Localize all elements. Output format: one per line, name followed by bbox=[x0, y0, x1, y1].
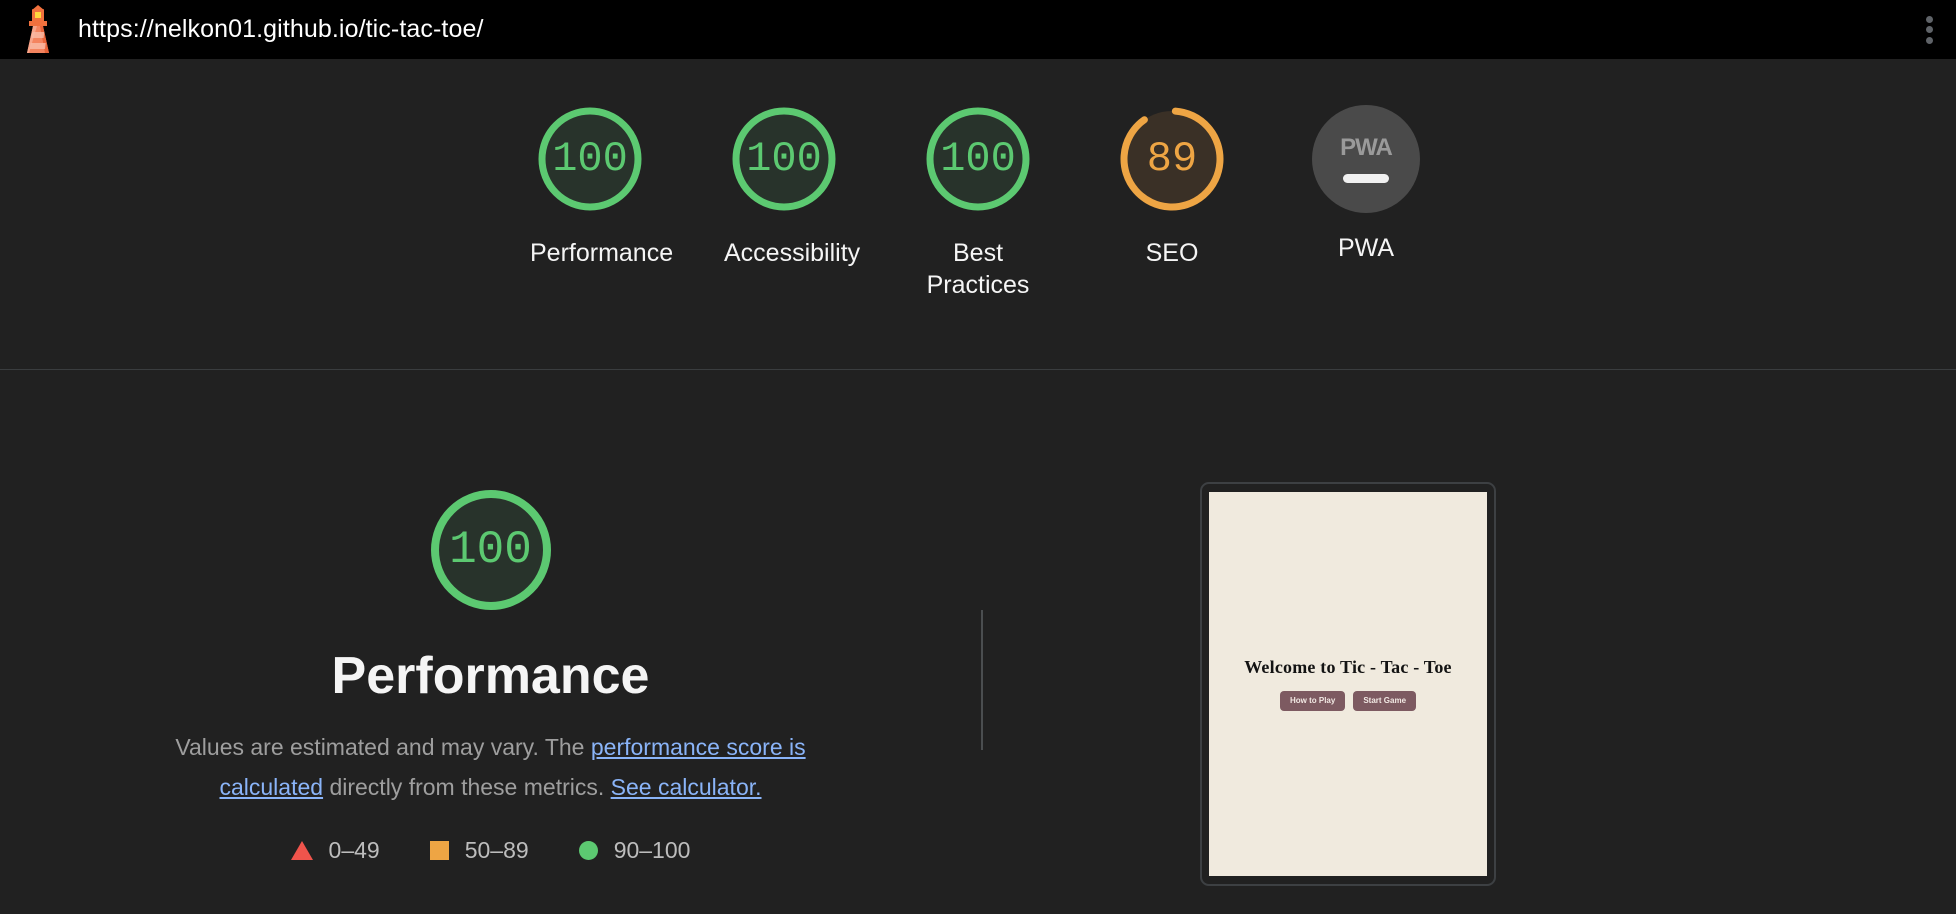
square-icon bbox=[429, 841, 449, 861]
score-gauges: 100 Performance 100 Accessibility 100 Be… bbox=[0, 59, 1956, 369]
page-title: Performance bbox=[331, 647, 650, 705]
gauge-score-accessibility: 100 bbox=[746, 135, 822, 183]
lighthouse-icon bbox=[20, 4, 56, 55]
gauge-seo[interactable]: 89 SEO bbox=[1075, 59, 1269, 269]
gauge-ring-best-practices: 100 bbox=[919, 100, 1037, 218]
see-calculator-link[interactable]: See calculator. bbox=[611, 774, 762, 800]
final-screenshot-image: Welcome to Tic - Tac - Toe How to Play S… bbox=[1209, 492, 1487, 876]
legend-label-fail: 0–49 bbox=[328, 837, 380, 864]
gauge-score-best-practices: 100 bbox=[940, 135, 1016, 183]
legend-item-average: 50–89 bbox=[429, 837, 529, 864]
desc-text-2: directly from these metrics. bbox=[323, 774, 611, 801]
thumbnail-heading: Welcome to Tic - Tac - Toe bbox=[1244, 657, 1452, 677]
performance-description: Values are estimated and may vary. The p… bbox=[171, 727, 811, 807]
gauge-ring-accessibility: 100 bbox=[725, 100, 843, 218]
thumbnail-how-to-play-button: How to Play bbox=[1279, 691, 1346, 711]
gauge-ring-seo: 89 bbox=[1113, 100, 1231, 218]
pwa-dash-icon bbox=[1343, 173, 1389, 183]
legend-label-average: 50–89 bbox=[464, 837, 529, 864]
performance-summary: 100 Performance Values are estimated and… bbox=[0, 480, 981, 864]
thumbnail-start-game-button: Start Game bbox=[1353, 691, 1417, 711]
legend-item-fail: 0–49 bbox=[290, 837, 380, 864]
gauge-ring-performance: 100 bbox=[531, 100, 649, 218]
desc-text-1: Values are estimated and may vary. The bbox=[175, 734, 591, 761]
gauge-score-performance: 100 bbox=[552, 135, 628, 183]
lighthouse-report: https://nelkon01.github.io/tic-tac-toe/ … bbox=[0, 0, 1956, 914]
gauge-performance[interactable]: 100 Performance bbox=[493, 59, 687, 269]
pwa-badge-icon: PWA bbox=[1312, 105, 1420, 213]
legend-item-pass: 90–100 bbox=[578, 837, 691, 864]
gauge-score-seo: 89 bbox=[1146, 135, 1198, 183]
kebab-menu-icon[interactable] bbox=[1916, 13, 1942, 47]
performance-gauge-large: 100 bbox=[421, 480, 561, 620]
gauge-label-seo: SEO bbox=[1145, 239, 1199, 267]
score-legend: 0–49 50–89 90–100 bbox=[290, 837, 691, 864]
performance-score-large: 100 bbox=[449, 524, 532, 576]
gauge-label-performance: Performance bbox=[530, 239, 674, 267]
gauge-label-pwa: PWA bbox=[1337, 234, 1395, 262]
pwa-badge-text: PWA bbox=[1340, 133, 1393, 161]
gauge-accessibility[interactable]: 100 Accessibility bbox=[687, 59, 881, 269]
triangle-icon bbox=[290, 841, 313, 861]
legend-label-pass: 90–100 bbox=[613, 837, 691, 864]
gauge-best-practices[interactable]: 100 Best Practices bbox=[881, 59, 1075, 301]
page-url[interactable]: https://nelkon01.github.io/tic-tac-toe/ bbox=[78, 15, 484, 44]
gauge-label-best-practices: Best Practices bbox=[926, 239, 1030, 299]
final-screenshot-frame: Welcome to Tic - Tac - Toe How to Play S… bbox=[1200, 482, 1496, 886]
url-bar: https://nelkon01.github.io/tic-tac-toe/ bbox=[0, 0, 1956, 59]
circle-icon bbox=[578, 841, 598, 861]
section-divider bbox=[0, 369, 1956, 370]
gauge-pwa[interactable]: PWA PWA bbox=[1269, 59, 1463, 264]
gauge-label-accessibility: Accessibility bbox=[724, 239, 861, 267]
vertical-divider bbox=[981, 610, 983, 750]
